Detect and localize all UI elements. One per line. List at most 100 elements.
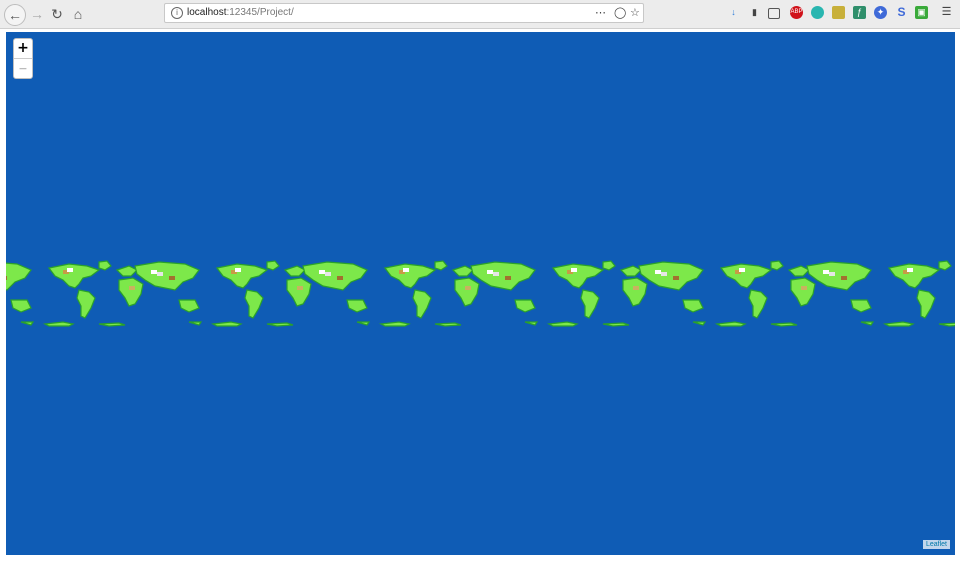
landmass-shape: [98, 260, 112, 271]
url-text[interactable]: localhost:12345/Project/: [187, 7, 294, 18]
terrain-patch: [235, 268, 241, 272]
landmass-shape: [451, 265, 475, 277]
terrain-patch: [739, 268, 745, 272]
download-icon[interactable]: ↓: [727, 6, 740, 19]
terrain-patch: [67, 268, 73, 272]
zoom-control: + −: [13, 38, 33, 79]
landmass-shape: [714, 321, 747, 327]
landmass-shape: [638, 261, 704, 291]
terrain-patch: [801, 286, 807, 290]
landmass-shape: [412, 289, 432, 319]
arrow-right-icon: →: [30, 6, 44, 22]
world-copy: [378, 260, 539, 327]
landmass-shape: [770, 322, 798, 327]
terrain-patch: [907, 268, 913, 272]
zoom-in-button[interactable]: +: [14, 39, 32, 59]
page-footer: [0, 555, 960, 561]
map-viewport[interactable]: Leaflet: [6, 32, 955, 555]
world-copy: [882, 260, 955, 327]
zoom-out-button[interactable]: −: [14, 59, 32, 78]
landmass-shape: [346, 299, 368, 313]
landmass-shape: [47, 263, 101, 289]
landmass-shape: [283, 265, 307, 277]
terrain-patch: [661, 272, 667, 276]
terrain-patch: [655, 270, 661, 274]
landmass-shape: [682, 299, 704, 313]
vpn-icon[interactable]: ▣: [915, 6, 928, 19]
landmass-shape: [215, 263, 269, 289]
terrain-patch: [6, 276, 7, 280]
terrain-patch: [319, 270, 325, 274]
landmass-shape: [719, 263, 773, 289]
landmass-shape: [602, 322, 630, 327]
landmass-shape: [546, 321, 579, 327]
landmass-shape: [210, 321, 243, 327]
landmass-shape: [6, 262, 32, 291]
stylus-icon[interactable]: S: [895, 6, 908, 19]
landmass-shape: [178, 299, 200, 313]
more-dots-icon[interactable]: ⋯: [595, 6, 606, 19]
info-icon[interactable]: i: [171, 7, 183, 19]
star-icon[interactable]: ☆: [630, 6, 640, 19]
terrain-patch: [169, 276, 175, 280]
landmass-shape: [619, 265, 643, 277]
world-copy: [714, 260, 875, 327]
globe-icon[interactable]: [811, 6, 824, 19]
attribution: Leaflet: [922, 540, 950, 549]
terrain-patch: [129, 286, 135, 290]
terrain-patch: [829, 272, 835, 276]
attribution-link[interactable]: Leaflet: [926, 541, 947, 548]
script-icon[interactable]: ƒ: [853, 6, 866, 19]
landmass-shape: [470, 261, 536, 291]
landmass-shape: [98, 322, 126, 327]
landmass-shape: [118, 277, 144, 307]
landmass-shape: [882, 321, 915, 327]
landmass-shape: [266, 260, 280, 271]
landmass-shape: [266, 322, 294, 327]
pocket-icon[interactable]: ◯: [614, 6, 626, 19]
url-path: :12345/Project/: [226, 7, 294, 18]
menu-icon[interactable]: ☰: [940, 6, 953, 19]
forward-button[interactable]: →: [27, 4, 47, 24]
sidebar-icon[interactable]: [768, 8, 780, 19]
back-button[interactable]: ←: [4, 4, 26, 26]
library-icon[interactable]: ▮: [748, 6, 761, 19]
terrain-patch: [151, 270, 157, 274]
landmass-shape: [806, 261, 872, 291]
url-host: localhost: [187, 7, 227, 18]
landmass-shape: [860, 321, 875, 326]
landmass-shape: [692, 321, 707, 326]
landmass-shape: [383, 263, 437, 289]
landmass-shape: [770, 260, 784, 271]
landmass-shape: [454, 277, 480, 307]
reload-icon: ↻: [51, 5, 63, 22]
terrain-patch: [487, 270, 493, 274]
landmass-shape: [787, 265, 811, 277]
terrain-patch: [403, 268, 409, 272]
landmass-shape: [188, 321, 203, 326]
landmass-shape: [434, 322, 462, 327]
reload-button[interactable]: ↻: [47, 4, 67, 24]
home-button[interactable]: ⌂: [68, 4, 88, 24]
landmass-shape: [434, 260, 448, 271]
terrain-patch: [673, 276, 679, 280]
landmass-shape: [244, 289, 264, 319]
image-icon[interactable]: [832, 6, 845, 19]
terrain-patch: [297, 286, 303, 290]
tracker-icon[interactable]: ✦: [874, 6, 887, 19]
landmass-shape: [524, 321, 539, 326]
landmass-shape: [20, 321, 35, 326]
landmass-shape: [10, 299, 32, 313]
terrain-patch: [841, 276, 847, 280]
landmass-shape: [938, 322, 955, 327]
terrain-patch: [465, 286, 471, 290]
landmass-shape: [748, 289, 768, 319]
browser-toolbar: ← → ↻ ⌂ i localhost:12345/Project/ ⋯ ◯ ☆…: [0, 0, 960, 29]
address-bar[interactable]: i localhost:12345/Project/ ⋯ ◯ ☆: [164, 3, 644, 23]
arrow-left-icon: ←: [8, 7, 22, 23]
terrain-patch: [337, 276, 343, 280]
landmass-shape: [42, 321, 75, 327]
landmass-shape: [551, 263, 605, 289]
adblock-icon[interactable]: ABP: [790, 6, 803, 19]
landmass-shape: [356, 321, 371, 326]
